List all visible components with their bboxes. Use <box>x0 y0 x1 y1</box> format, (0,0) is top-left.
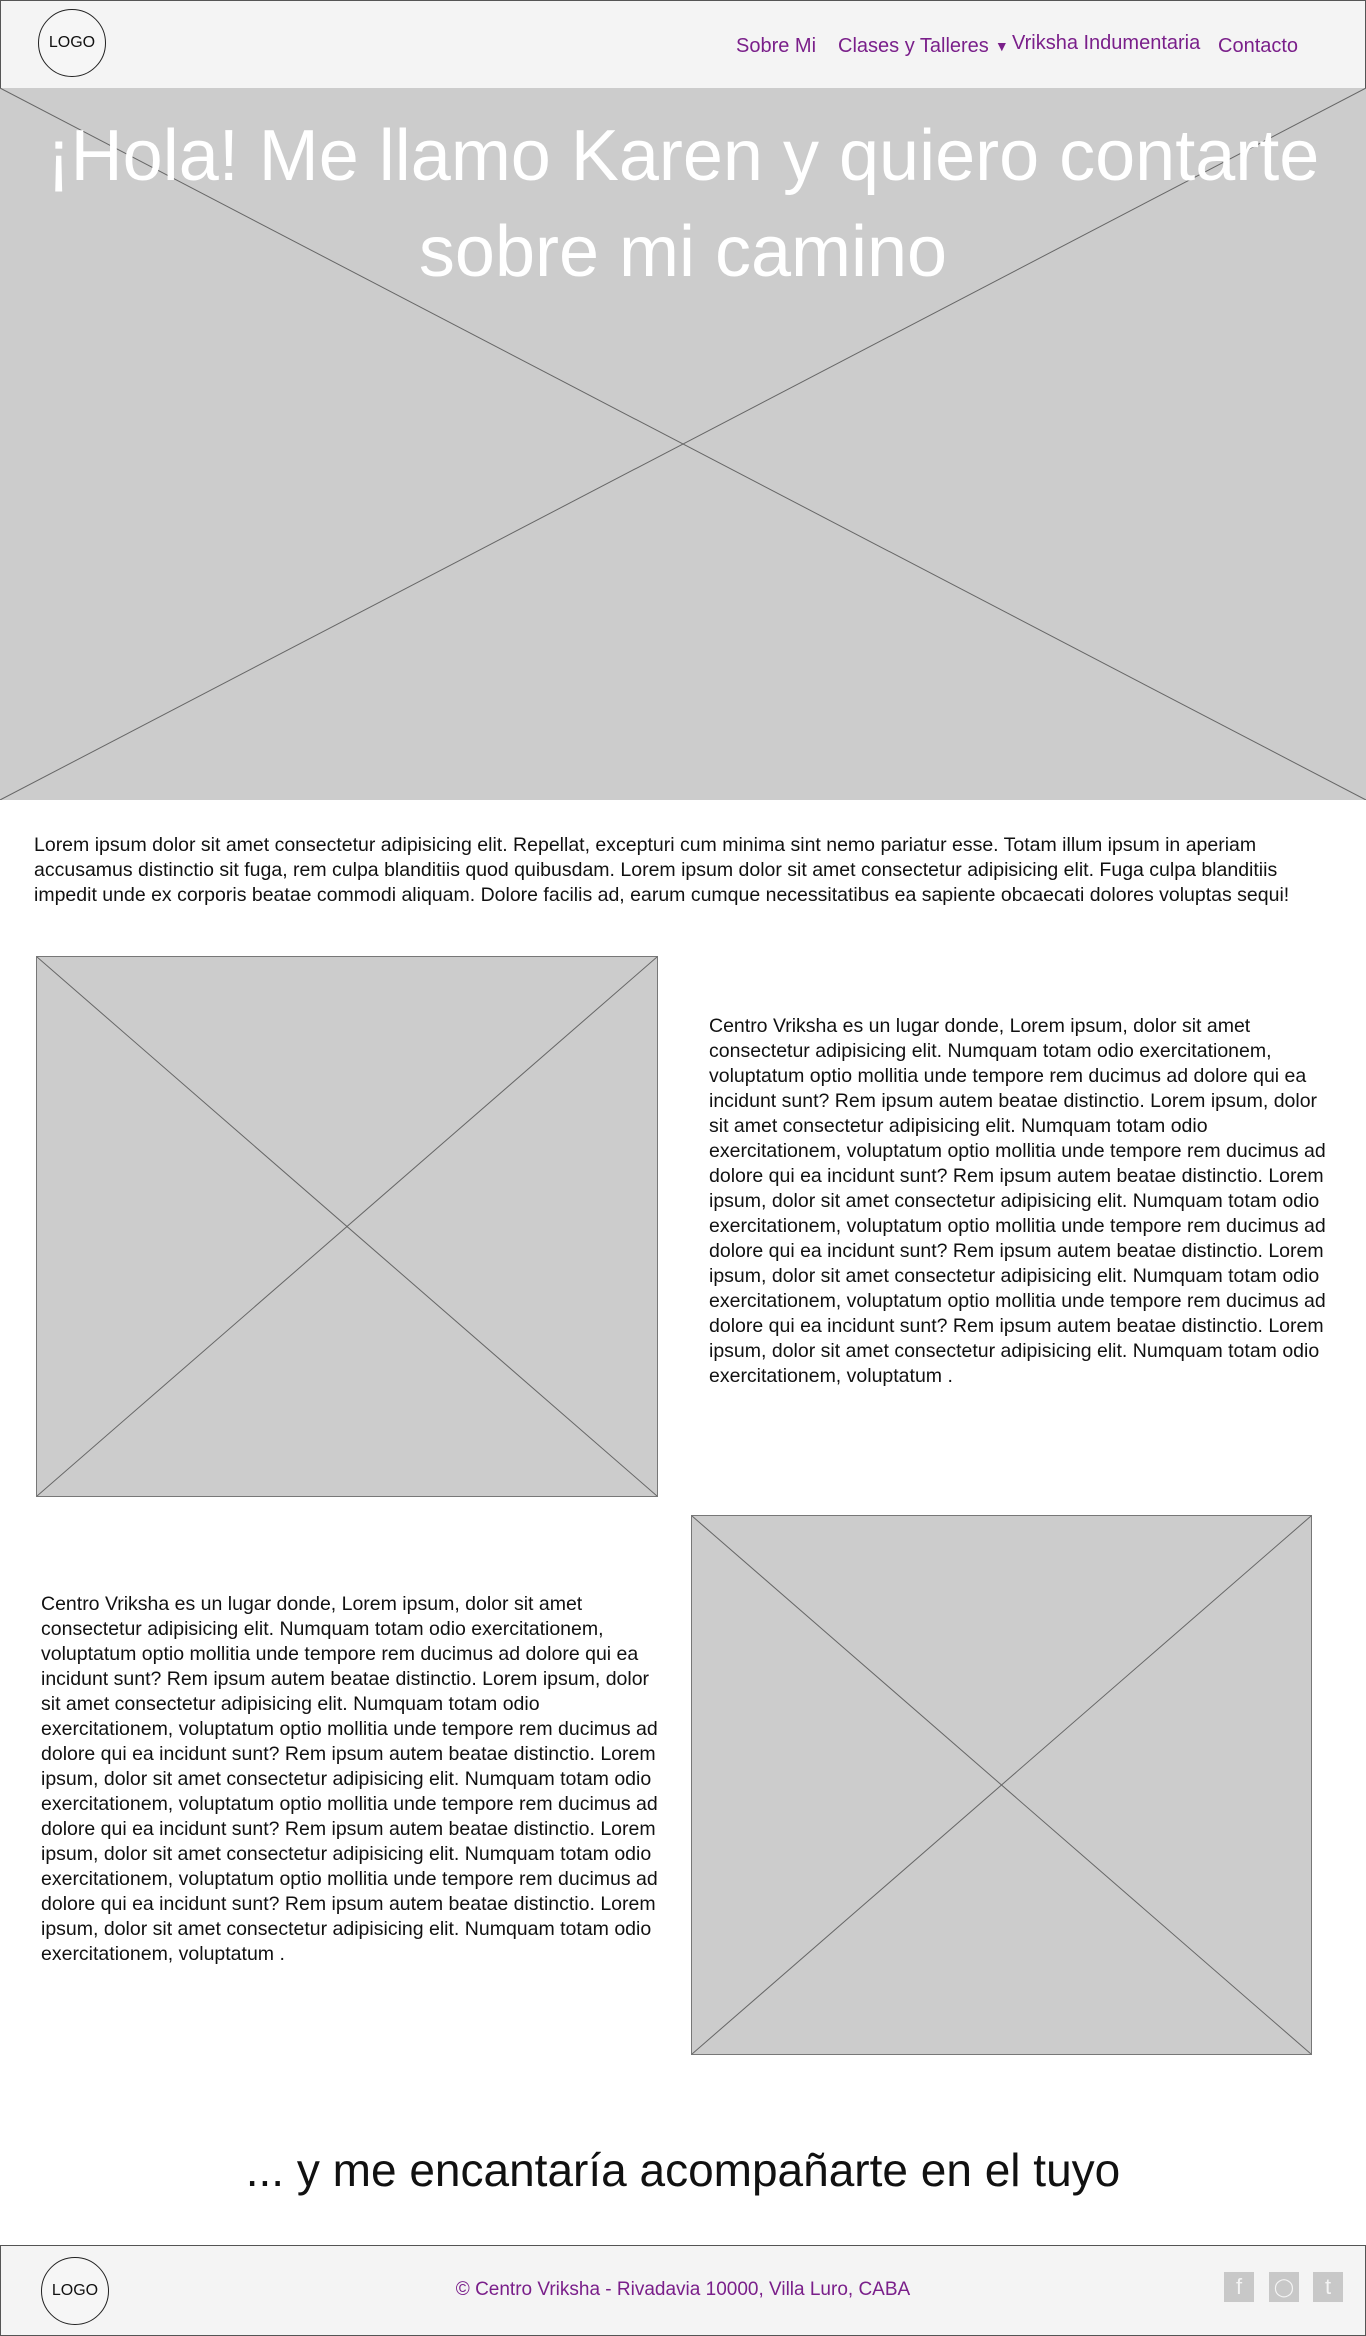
hero-title-line1: ¡Hola! Me llamo Karen y quiero contarte <box>46 116 1320 196</box>
nav-clases-y-talleres[interactable]: Clases y Talleres ▼ <box>838 35 1009 58</box>
hero-title-line2: sobre mi camino <box>418 212 948 292</box>
facebook-icon[interactable]: f <box>1224 2272 1254 2302</box>
section2-text: Centro Vriksha es un lugar donde, Lorem … <box>41 1593 658 1965</box>
instagram-icon[interactable]: ◯ <box>1269 2272 1299 2302</box>
tumblr-icon[interactable]: t <box>1313 2272 1343 2302</box>
section2-cross-lines <box>692 1516 1311 2054</box>
site-footer: LOGO © Centro Vriksha - Rivadavia 10000,… <box>0 2245 1366 2336</box>
section1-image-placeholder <box>36 956 658 1497</box>
site-header: LOGO Sobre Mi Clases y Talleres ▼ Vriksha… <box>0 0 1366 89</box>
nav-contacto[interactable]: Contacto <box>1218 35 1298 58</box>
section1-cross-lines <box>37 957 657 1496</box>
intro-paragraph: Lorem ipsum dolor sit amet consectetur a… <box>34 834 1290 906</box>
nav-sobre-mi[interactable]: Sobre Mi <box>736 35 816 58</box>
closing-heading: ... y me encantaría acompañarte en el tu… <box>245 2144 1121 2196</box>
section2-image-placeholder <box>691 1515 1312 2055</box>
footer-copyright: © Centro Vriksha - Rivadavia 10000, Vill… <box>455 2279 911 2300</box>
nav-clases-label: Clases y Talleres <box>838 35 989 57</box>
caret-down-icon: ▼ <box>994 38 1009 54</box>
nav-vriksha-indumentaria[interactable]: Vriksha Indumentaria <box>1012 32 1200 55</box>
section1-text: Centro Vriksha es un lugar donde, Lorem … <box>709 1015 1326 1387</box>
hero-title: ¡Hola! Me llamo Karen y quiero contarte … <box>0 108 1366 300</box>
main-nav: Sobre Mi Clases y Talleres ▼ Vriksha Indu… <box>1 32 1365 65</box>
